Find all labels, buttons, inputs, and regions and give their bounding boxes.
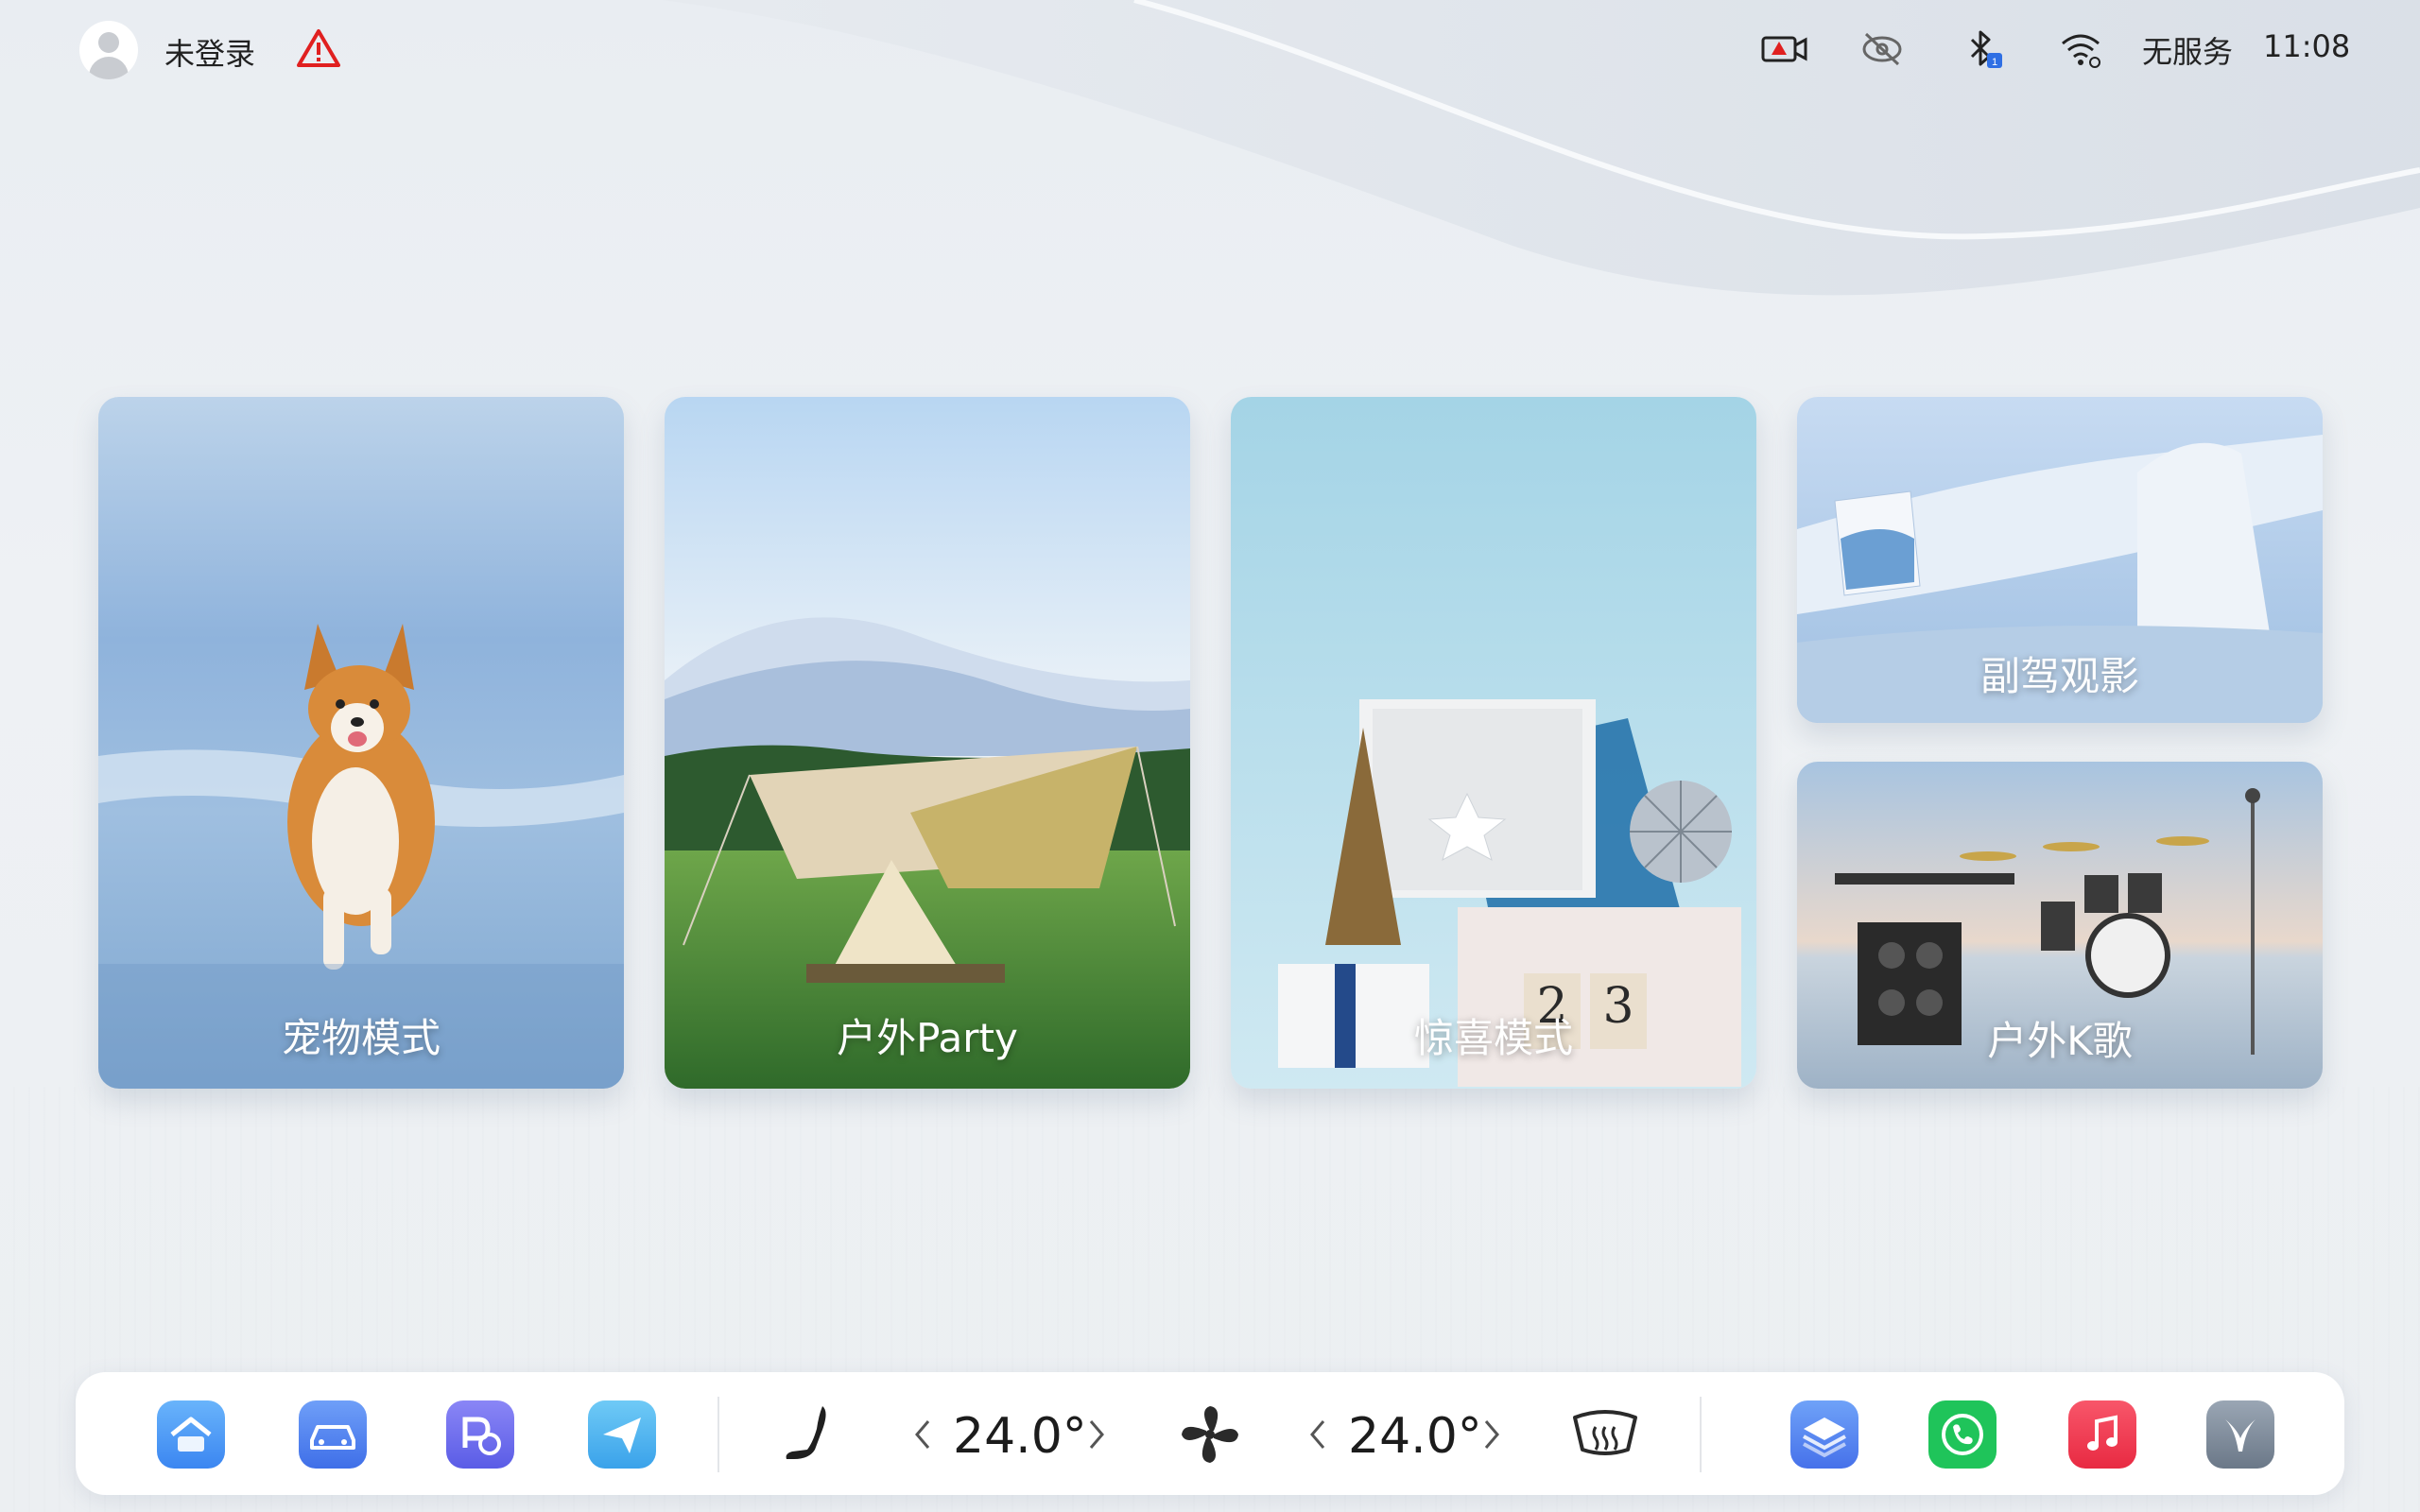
rear-defrost-icon[interactable] <box>1569 1404 1641 1461</box>
layers-app-icon[interactable] <box>1790 1400 1858 1469</box>
card-label: 惊喜模式 <box>1413 1015 1573 1061</box>
login-status[interactable]: 未登录 <box>164 30 255 74</box>
card-label: 户外K歌 <box>1987 1018 2133 1064</box>
bottom-dock: 24.0° 24.0° <box>76 1372 2344 1495</box>
navigation-app-icon[interactable] <box>588 1400 656 1469</box>
camera-alert-icon <box>1761 36 1807 62</box>
left-temp-increase-icon[interactable] <box>1087 1416 1108 1453</box>
right-temp-increase-icon[interactable] <box>1482 1416 1503 1453</box>
card-outdoor-karaoke[interactable]: 户外K歌 <box>1797 762 2323 1089</box>
gift-boxes-image: 2 3 <box>1231 397 1756 1089</box>
card-outdoor-party[interactable]: 户外Party <box>665 397 1190 1089</box>
card-pet-mode[interactable]: 宠物模式 <box>98 397 624 1089</box>
corgi-beach-image <box>98 397 624 1089</box>
wifi-icon <box>2062 34 2100 68</box>
dock-divider <box>1700 1397 1702 1472</box>
link-off-icon <box>1862 32 1902 66</box>
phone-app-icon[interactable] <box>1928 1400 1996 1469</box>
avatar-icon[interactable] <box>79 21 138 79</box>
bluetooth-icon: 1 <box>1970 30 2002 68</box>
card-label: 副驾观影 <box>1979 653 2139 699</box>
left-temp-decrease-icon[interactable] <box>911 1416 932 1453</box>
parking-app-icon[interactable] <box>446 1400 514 1469</box>
home-app-icon[interactable] <box>157 1400 225 1469</box>
card-label: 宠物模式 <box>281 1015 441 1061</box>
card-surprise-mode[interactable]: 2 3 惊喜模式 <box>1231 397 1756 1089</box>
left-temperature: 24.0° <box>953 1408 1087 1465</box>
clock-time: 11:08 <box>2263 28 2351 64</box>
dock-divider <box>717 1397 719 1472</box>
status-bar: 未登录 1 无服务 11:08 <box>0 0 2420 104</box>
brand-app-icon[interactable] <box>2206 1400 2274 1469</box>
service-status: 无服务 <box>2142 34 2234 70</box>
seat-icon[interactable] <box>781 1400 838 1469</box>
camping-tent-image <box>665 397 1190 1089</box>
music-app-icon[interactable] <box>2068 1400 2136 1469</box>
fan-icon[interactable] <box>1178 1402 1242 1467</box>
right-temperature: 24.0° <box>1348 1408 1482 1465</box>
car-app-icon[interactable] <box>299 1400 367 1469</box>
right-temp-decrease-icon[interactable] <box>1306 1416 1327 1453</box>
warning-icon[interactable] <box>297 28 340 68</box>
bluetooth-badge: 1 <box>1992 57 1997 68</box>
card-label: 户外Party <box>837 1015 1018 1061</box>
card-passenger-cinema[interactable]: 副驾观影 <box>1797 397 2323 723</box>
